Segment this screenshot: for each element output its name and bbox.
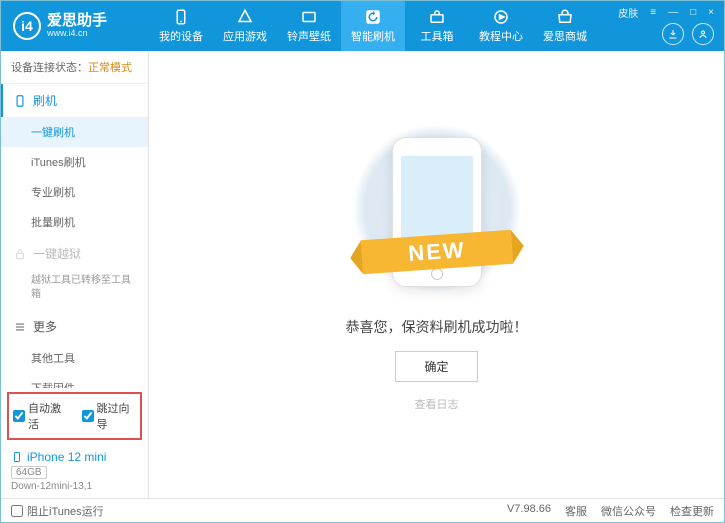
connection-status: 设备连接状态：正常模式: [1, 51, 148, 84]
nav-ringtones[interactable]: 铃声壁纸: [277, 1, 341, 51]
wallpaper-icon: [300, 8, 318, 26]
wechat-link[interactable]: 微信公众号: [601, 503, 656, 519]
nav-store[interactable]: 爱思商城: [533, 1, 597, 51]
checkbox-label: 自动激活: [28, 400, 68, 432]
maximize-button[interactable]: □: [688, 7, 698, 18]
titlebar: i4 爱思助手 www.i4.cn 我的设备 应用游戏 铃声壁纸 智能刷机: [1, 1, 724, 51]
side-item-pro[interactable]: 专业刷机: [1, 177, 148, 207]
nav-label: 铃声壁纸: [287, 28, 331, 44]
lock-icon: [13, 247, 27, 261]
nav-my-device[interactable]: 我的设备: [149, 1, 213, 51]
close-button[interactable]: ×: [706, 7, 716, 18]
support-link[interactable]: 客服: [565, 503, 587, 519]
user-icon: [697, 28, 709, 40]
nav-label: 应用游戏: [223, 28, 267, 44]
nav-label: 爱思商城: [543, 28, 587, 44]
nav-label: 我的设备: [159, 28, 203, 44]
tutorial-icon: [492, 8, 510, 26]
top-nav: 我的设备 应用游戏 铃声壁纸 智能刷机 工具箱 教程中心: [149, 1, 597, 51]
skip-guide-input[interactable]: [82, 410, 94, 422]
toolbox-icon: [428, 8, 446, 26]
success-message: 恭喜您，保资料刷机成功啦！: [346, 317, 528, 337]
block-itunes-input[interactable]: [11, 505, 23, 517]
nav-tutorials[interactable]: 教程中心: [469, 1, 533, 51]
side-group-label: 一键越狱: [33, 245, 81, 262]
sidebar: 设备连接状态：正常模式 刷机 一键刷机 iTunes刷机 专业刷机 批量刷机 一…: [1, 51, 149, 498]
device-sub: Down-12mini-13,1: [11, 481, 138, 492]
device-name-label: iPhone 12 mini: [27, 450, 106, 464]
checkbox-label: 跳过向导: [97, 400, 137, 432]
apps-icon: [236, 8, 254, 26]
new-banner: NEW: [360, 230, 512, 274]
nav-flash[interactable]: 智能刷机: [341, 1, 405, 51]
menu-button[interactable]: ≡: [648, 7, 658, 18]
skin-button[interactable]: 皮肤: [616, 5, 640, 20]
store-icon: [556, 8, 574, 26]
side-item-other-tools[interactable]: 其他工具: [1, 343, 148, 373]
confirm-button[interactable]: 确定: [395, 351, 477, 382]
download-icon: [667, 28, 679, 40]
phone-icon: [11, 451, 23, 463]
footer: 阻止iTunes运行 V7.98.66 客服 微信公众号 检查更新: [1, 498, 724, 522]
side-group-more[interactable]: 更多: [1, 310, 148, 343]
side-group-label: 更多: [33, 318, 57, 335]
side-group-label: 刷机: [33, 92, 57, 109]
nav-apps[interactable]: 应用游戏: [213, 1, 277, 51]
brand-url: www.i4.cn: [47, 29, 107, 39]
app-window: i4 爱思助手 www.i4.cn 我的设备 应用游戏 铃声壁纸 智能刷机: [0, 0, 725, 523]
phone-icon: [172, 8, 190, 26]
nav-label: 工具箱: [421, 28, 454, 44]
minimize-button[interactable]: —: [666, 7, 680, 18]
jailbreak-note: 越狱工具已转移至工具箱: [1, 270, 148, 310]
auto-activate-input[interactable]: [13, 410, 25, 422]
brand-name: 爱思助手: [47, 13, 107, 30]
main-content: NEW 恭喜您，保资料刷机成功啦！ 确定 查看日志: [149, 51, 724, 498]
device-info[interactable]: iPhone 12 mini 64GB Down-12mini-13,1: [1, 444, 148, 498]
refresh-icon: [364, 8, 382, 26]
window-controls: 皮肤 ≡ — □ ×: [616, 5, 716, 20]
options-highlight-box: 自动激活 跳过向导: [7, 392, 142, 440]
nav-toolbox[interactable]: 工具箱: [405, 1, 469, 51]
view-log-link[interactable]: 查看日志: [415, 396, 459, 412]
side-item-download-fw[interactable]: 下载固件: [1, 373, 148, 388]
connection-label: 设备连接状态：: [11, 62, 88, 74]
phone-icon: [13, 94, 27, 108]
side-group-jailbreak[interactable]: 一键越狱: [1, 237, 148, 270]
check-update-link[interactable]: 检查更新: [670, 503, 714, 519]
auto-activate-checkbox[interactable]: 自动激活: [13, 400, 68, 432]
device-storage: 64GB: [11, 466, 47, 479]
side-item-batch[interactable]: 批量刷机: [1, 207, 148, 237]
logo-area: i4 爱思助手 www.i4.cn: [1, 12, 149, 40]
success-illustration: NEW: [347, 137, 527, 297]
checkbox-label: 阻止iTunes运行: [27, 503, 104, 519]
skip-guide-checkbox[interactable]: 跳过向导: [82, 400, 137, 432]
connection-mode: 正常模式: [88, 62, 132, 74]
list-icon: [13, 320, 27, 334]
block-itunes-checkbox[interactable]: 阻止iTunes运行: [11, 503, 104, 519]
nav-label: 教程中心: [479, 28, 523, 44]
user-button[interactable]: [692, 23, 714, 45]
version-label: V7.98.66: [507, 503, 551, 519]
logo-icon: i4: [13, 12, 41, 40]
side-item-itunes[interactable]: iTunes刷机: [1, 147, 148, 177]
side-group-flash[interactable]: 刷机: [1, 84, 148, 117]
nav-label: 智能刷机: [351, 28, 395, 44]
download-button[interactable]: [662, 23, 684, 45]
side-item-oneclick[interactable]: 一键刷机: [1, 117, 148, 147]
